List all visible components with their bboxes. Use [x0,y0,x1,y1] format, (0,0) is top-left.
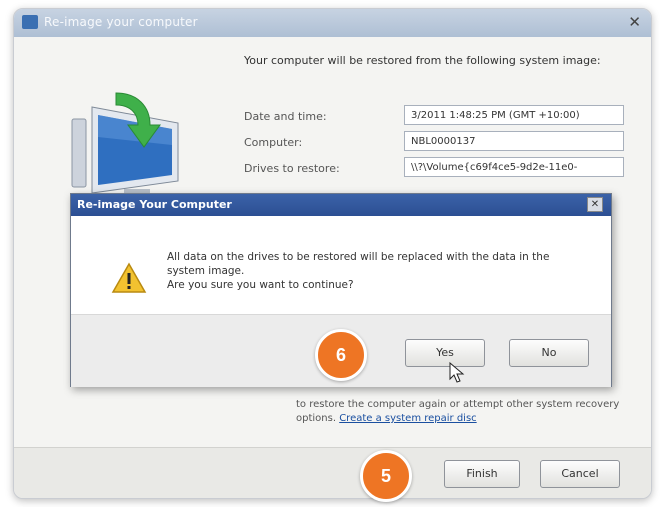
drives-label: Drives to restore: [244,162,340,175]
window-title: Re-image your computer [44,15,198,29]
date-time-field: 3/2011 1:48:25 PM (GMT +10:00) [404,105,624,125]
intro-text: Your computer will be restored from the … [244,54,601,67]
finish-button[interactable]: Finish [444,460,520,488]
dialog-close-icon[interactable]: ✕ [587,197,603,212]
computer-field: NBL0000137 [404,131,624,151]
mouse-cursor-icon [449,362,465,383]
close-icon[interactable]: ✕ [628,13,641,31]
window-footer: Finish Cancel [14,447,651,498]
no-button[interactable]: No [509,339,589,367]
cancel-button[interactable]: Cancel [540,460,620,488]
step-5-callout: 5 [360,450,412,502]
dialog-title: Re-image Your Computer [77,198,232,211]
computer-monitor-icon [71,92,179,195]
dialog-titlebar: Re-image Your Computer ✕ [71,194,611,216]
step-6-callout: 6 [315,329,367,381]
recovery-text: to restore the computer again or attempt… [296,398,646,426]
dialog-message-line2: Are you sure you want to continue? [167,279,354,291]
dialog-message-line1: All data on the drives to be restored wi… [167,251,550,277]
date-time-label: Date and time: [244,110,327,123]
warning-icon [111,262,147,293]
drives-field: \\?\Volume{c69f4ce5-9d2e-11e0- [404,157,624,177]
dialog-message: All data on the drives to be restored wi… [167,250,587,292]
window-titlebar: Re-image your computer ✕ [14,9,651,37]
computer-label: Computer: [244,136,303,149]
app-icon [22,15,38,29]
yes-button[interactable]: Yes [405,339,485,367]
create-repair-disc-link[interactable]: Create a system repair disc [339,413,476,424]
